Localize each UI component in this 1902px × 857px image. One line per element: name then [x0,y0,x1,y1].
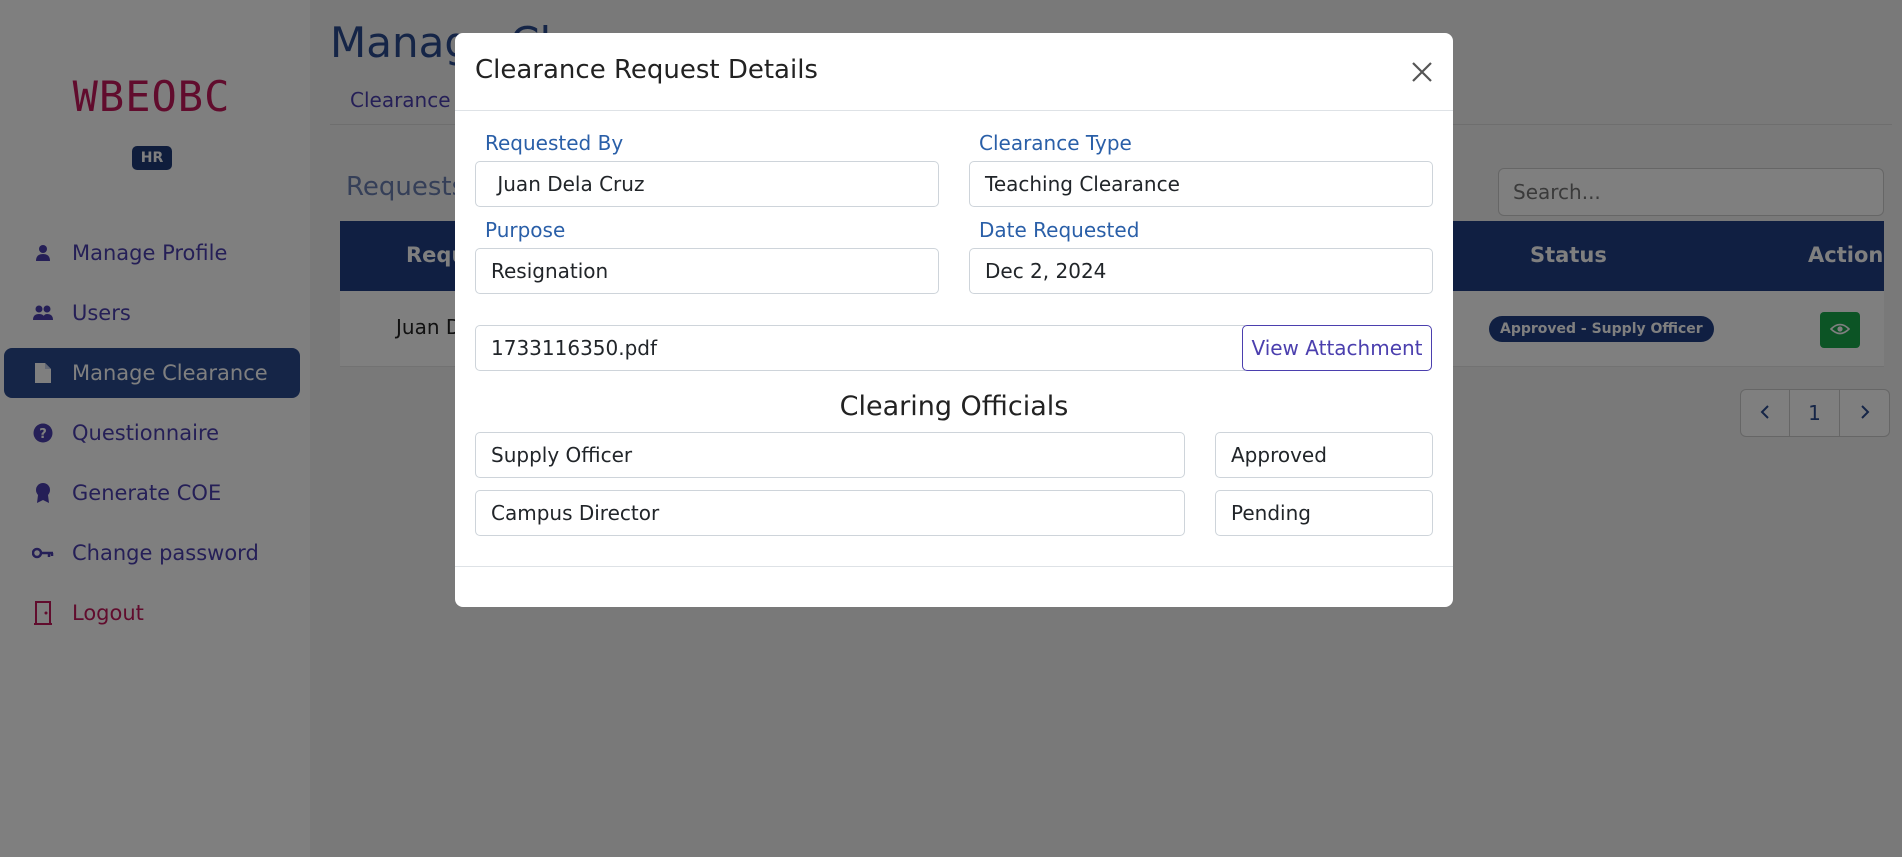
official-name-field[interactable]: Supply Officer [475,432,1185,478]
clearing-officials-title: Clearing Officials [839,391,1069,422]
clearance-type-field[interactable]: Teaching Clearance [969,161,1433,207]
view-attachment-button[interactable]: View Attachment [1242,325,1432,371]
clearance-details-modal: Clearance Request Details Requested By J… [455,33,1453,607]
purpose-field[interactable]: Resignation [475,248,939,294]
date-requested-label: Date Requested [979,218,1140,242]
modal-footer [455,566,1453,567]
modal-title: Clearance Request Details [475,55,818,85]
official-status-field[interactable]: Pending [1215,490,1433,536]
modal-close-button[interactable] [1407,57,1437,87]
date-requested-field[interactable]: Dec 2, 2024 [969,248,1433,294]
purpose-label: Purpose [485,218,566,242]
official-name-field[interactable]: Campus Director [475,490,1185,536]
close-icon [1407,62,1437,91]
attachment-filename-field[interactable]: 1733116350.pdf [475,325,1245,371]
official-status-field[interactable]: Approved [1215,432,1433,478]
modal-header: Clearance Request Details [455,33,1453,111]
requested-by-label: Requested By [485,131,624,155]
clearance-type-label: Clearance Type [979,131,1132,155]
requested-by-field[interactable]: Juan Dela Cruz [475,161,939,207]
